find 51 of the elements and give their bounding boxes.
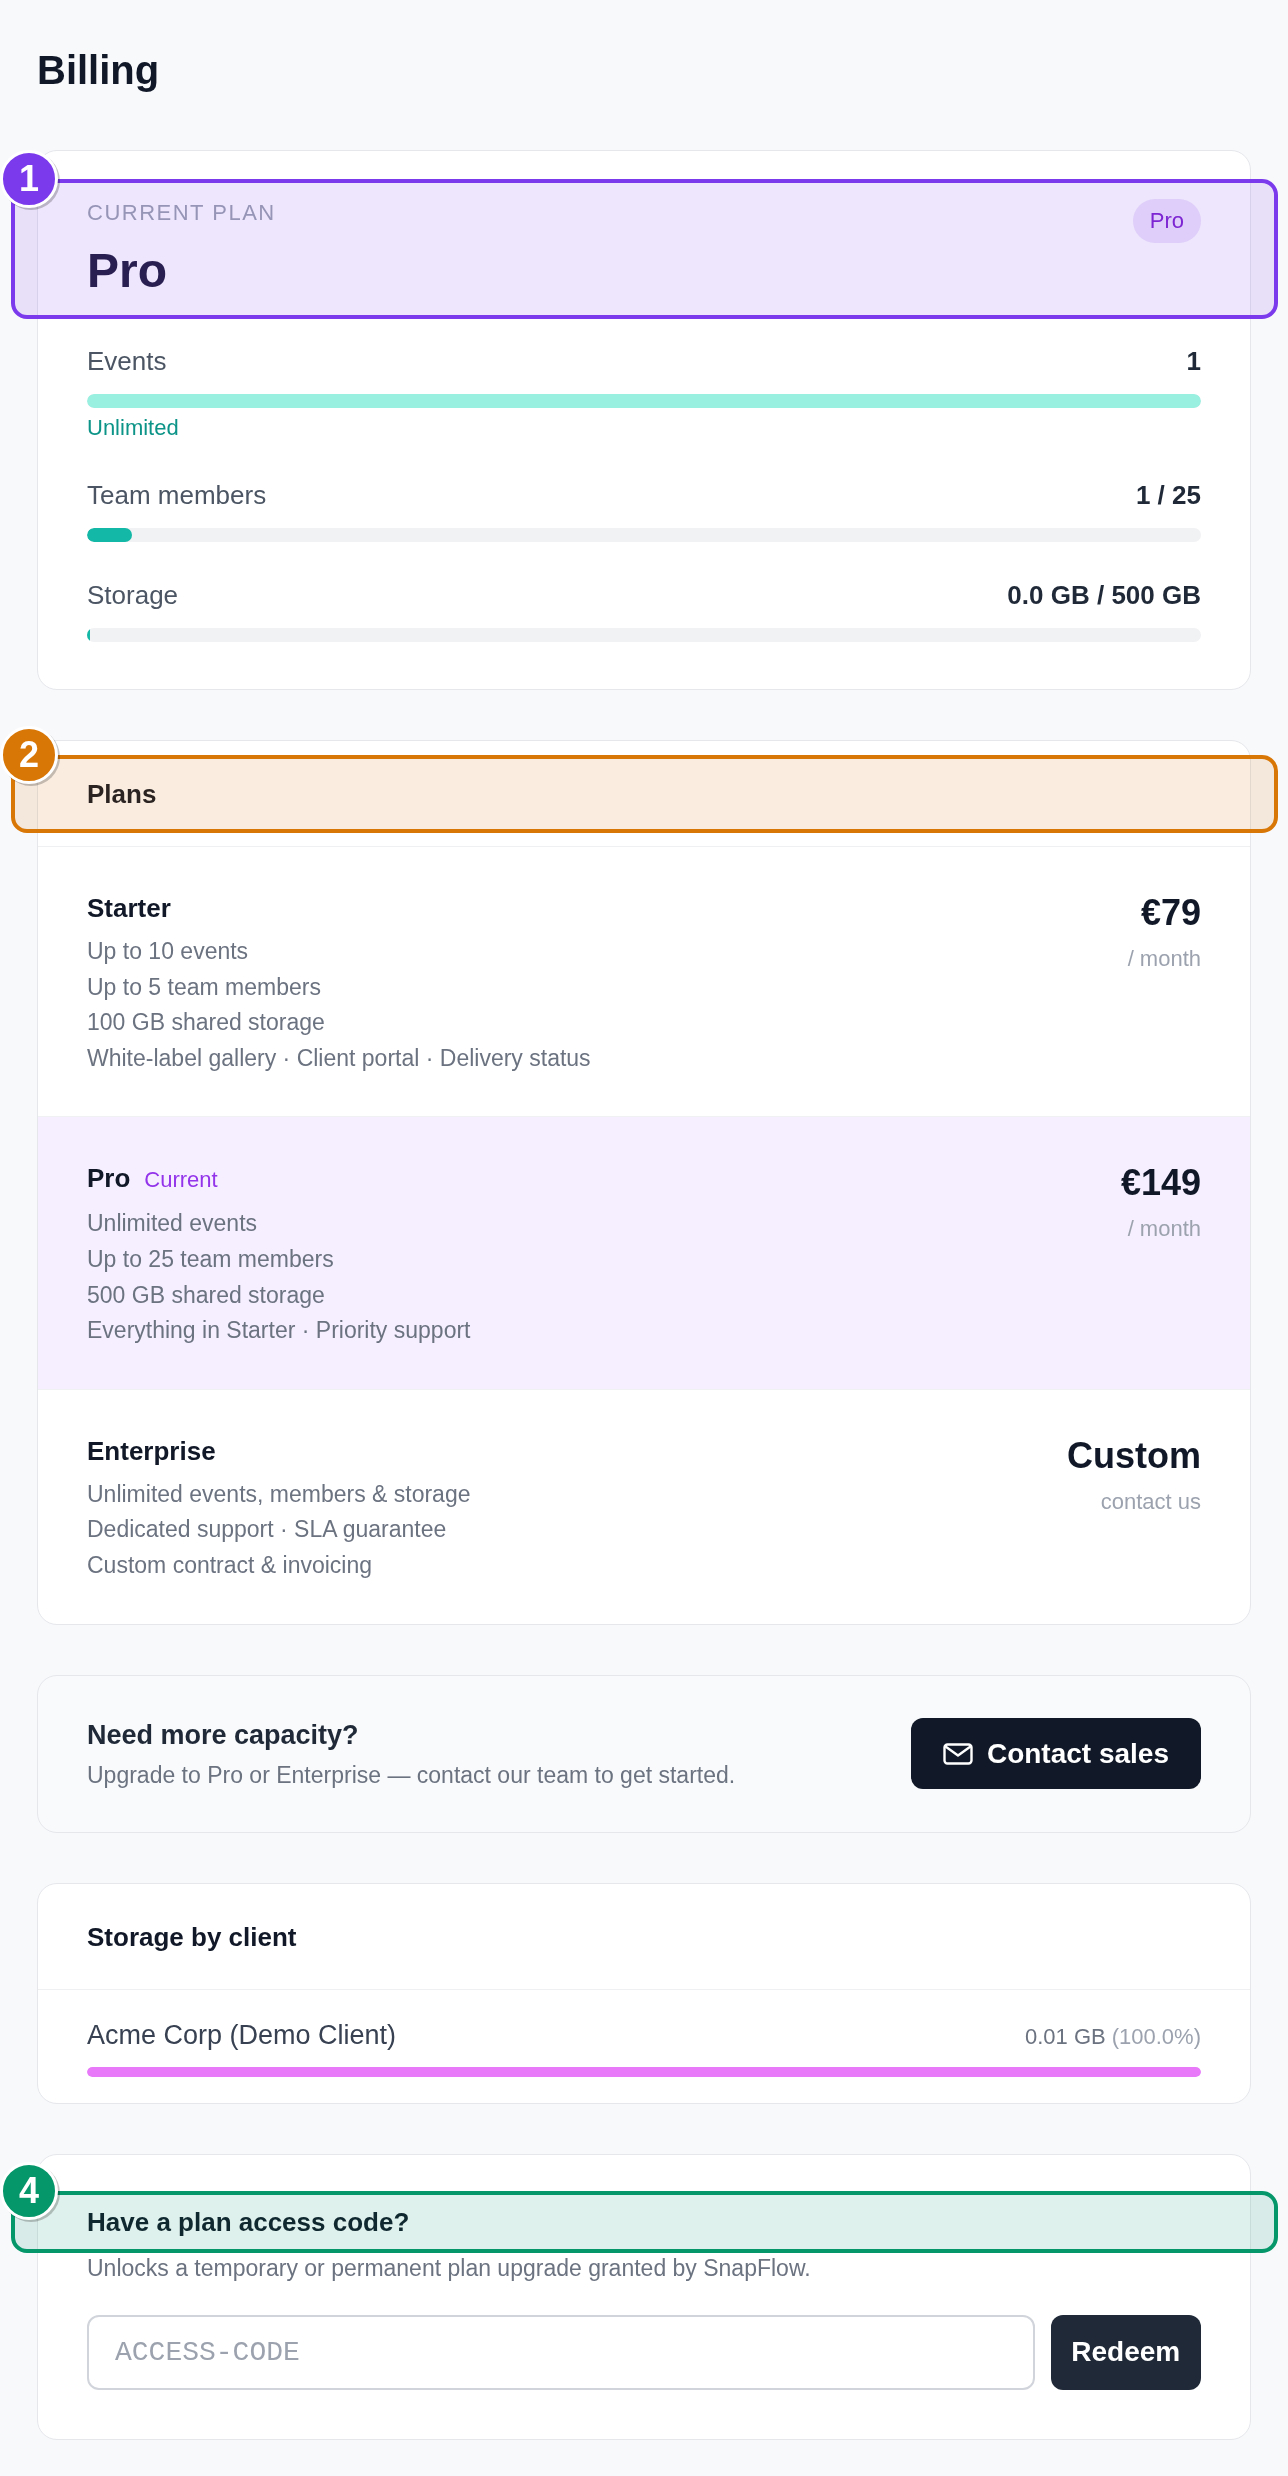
usage-label: Storage <box>87 579 179 612</box>
plan-feature: White-label gallery · Client portal · Delivery status <box>87 1043 591 1073</box>
plan-name: Starter <box>87 892 171 925</box>
section-title: Plans <box>87 779 157 809</box>
plan-feature: Custom contract & invoicing <box>87 1550 374 1580</box>
plan-feature: Up to 10 events <box>87 937 250 966</box>
access-code-field[interactable]: ACCESS-CODE <box>87 2314 1035 2390</box>
access-code-text: Unlocks a temporary or permanent plan upgrade granted by SnapFlow. <box>87 2253 812 2283</box>
usage-label: Team members <box>87 479 267 512</box>
client-name: Acme Corp (Demo Client) <box>87 2018 397 2052</box>
client-storage-share: (100.0%) <box>1111 2023 1201 2049</box>
plan-feature: Up to 5 team members <box>87 972 322 1002</box>
plan-feature: Everything in Starter · Priority support <box>87 1316 471 1346</box>
callout-number: 1 <box>0 150 58 208</box>
price-period: / month <box>1126 1215 1201 1244</box>
price-period: contact us <box>1099 1487 1201 1516</box>
current-plan-name: Pro <box>87 243 168 299</box>
current-label: Current <box>144 1166 218 1195</box>
usage-value: 1 / 25 <box>1135 479 1201 512</box>
capacity-title: Need more capacity? <box>87 1718 360 1752</box>
plan-feature: 500 GB shared storage <box>87 1280 326 1310</box>
plan-name: Pro <box>87 1162 131 1196</box>
client-storage-amount: 0.01 GB <box>1025 2023 1106 2049</box>
plan-row[interactable]: Starter Up to 10 events Up to 5 team members 100 GB shared storage White-label gallery · Client portal · Delivery status €79 / month <box>38 847 1250 1117</box>
plan-feature: 100 GB shared storage <box>87 1008 326 1038</box>
plan-name: Enterprise <box>87 1434 216 1468</box>
callout-number: 2 <box>0 726 58 784</box>
plan-feature: Dedicated support · SLA guarantee <box>87 1515 448 1545</box>
access-code-title: Have a plan access code? <box>87 2205 410 2239</box>
current-plan-label: CURRENT PLAN <box>87 199 276 227</box>
plan-feature: Unlimited events <box>87 1209 259 1239</box>
section-title: Storage by client <box>87 1921 297 1952</box>
price-period: / month <box>1127 945 1201 973</box>
mail-icon <box>942 1742 973 1765</box>
redeem-button[interactable]: Redeem <box>1050 2314 1201 2390</box>
plan-price: €79 <box>1139 891 1201 935</box>
plan-row[interactable]: Pro Current Unlimited events Up to 25 team members 500 GB shared storage Everything in Starter · Priority support €149 / month <box>38 1116 1250 1389</box>
plan-row[interactable]: Enterprise Unlimited events, members & storage Dedicated support · SLA guarantee Custom contract & invoicing Custom contact us <box>38 1388 1250 1624</box>
usage-label: Events <box>87 345 167 378</box>
callout-number: 4 <box>0 2161 58 2220</box>
plan-feature: Up to 25 team members <box>87 1244 335 1274</box>
plan-price: Custom <box>1067 1433 1201 1478</box>
plan-tag: Pro <box>1132 199 1201 243</box>
page-title: Billing <box>37 47 161 94</box>
usage-note: Unlimited <box>87 414 179 442</box>
plan-feature: Unlimited events, members & storage <box>87 1479 471 1509</box>
plan-price: €149 <box>1120 1161 1201 1206</box>
contact-sales-button[interactable]: Contact sales <box>910 1718 1201 1790</box>
capacity-text: Upgrade to Pro or Enterprise — contact our team to get started. <box>87 1760 736 1790</box>
usage-value: 0.0 GB / 500 GB <box>1007 579 1201 612</box>
usage-value: 1 <box>1186 345 1201 378</box>
